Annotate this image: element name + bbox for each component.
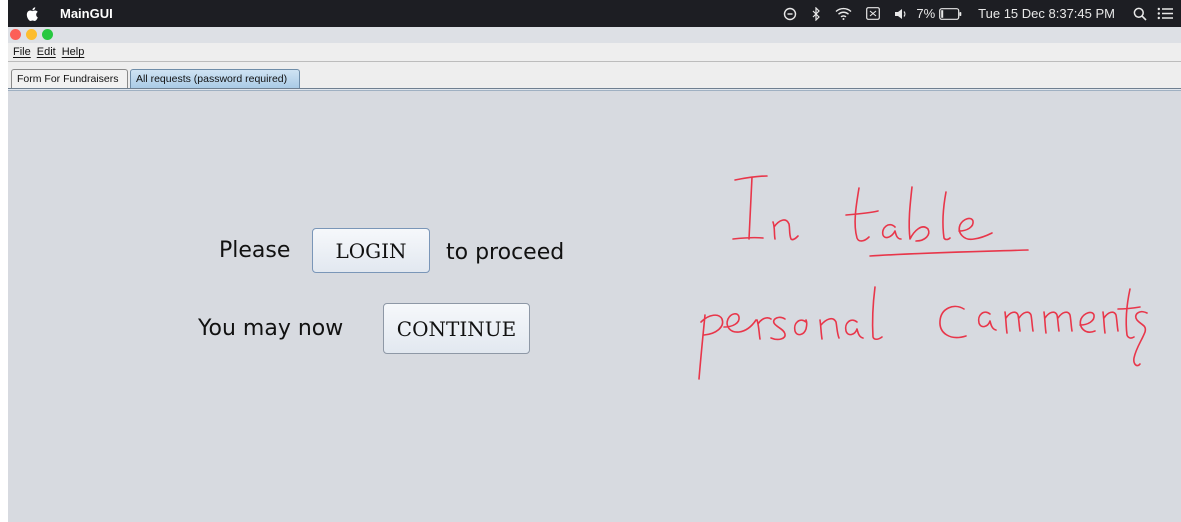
apple-logo-icon[interactable]	[24, 5, 42, 23]
app-menu-bar: File Edit Help	[8, 43, 1181, 61]
close-window-button[interactable]	[10, 29, 21, 40]
battery-percent[interactable]: 7%	[916, 6, 935, 21]
keyboard-input-icon[interactable]	[866, 7, 881, 20]
please-label: Please	[219, 238, 291, 263]
system-menu-bar: MainGUI 7% Tue 15 Dec 8:37:45 PM	[8, 0, 1181, 27]
menu-file[interactable]: File	[13, 46, 31, 58]
tab-content-panel: Please LOGIN to proceed You may now CONT…	[8, 91, 1181, 522]
spotlight-search-icon[interactable]	[1133, 7, 1147, 21]
bluetooth-icon[interactable]	[811, 6, 821, 21]
clock[interactable]: Tue 15 Dec 8:37:45 PM	[978, 6, 1115, 21]
tab-bar: Form For Fundraisers All requests (passw…	[8, 62, 1181, 90]
window-title-bar[interactable]	[8, 27, 1181, 43]
main-window: File Edit Help Form For Fundraisers All …	[8, 27, 1181, 522]
continue-button[interactable]: CONTINUE	[383, 303, 530, 354]
tab-form-for-fundraisers[interactable]: Form For Fundraisers	[11, 69, 128, 88]
zoom-window-button[interactable]	[42, 29, 53, 40]
time-machine-icon[interactable]	[783, 7, 797, 21]
active-app-name[interactable]: MainGUI	[60, 6, 113, 21]
you-may-now-label: You may now	[198, 316, 344, 341]
menu-edit[interactable]: Edit	[37, 46, 56, 58]
menu-help[interactable]: Help	[62, 46, 85, 58]
minimize-window-button[interactable]	[26, 29, 37, 40]
wifi-icon[interactable]	[835, 7, 852, 20]
battery-icon[interactable]	[939, 7, 962, 20]
notification-center-icon[interactable]	[1157, 7, 1173, 20]
status-area: 7% Tue 15 Dec 8:37:45 PM	[769, 0, 1181, 27]
tab-all-requests[interactable]: All requests (password required)	[130, 69, 300, 88]
login-button[interactable]: LOGIN	[312, 228, 430, 273]
volume-icon[interactable]	[894, 8, 908, 20]
to-proceed-label: to proceed	[446, 240, 565, 265]
